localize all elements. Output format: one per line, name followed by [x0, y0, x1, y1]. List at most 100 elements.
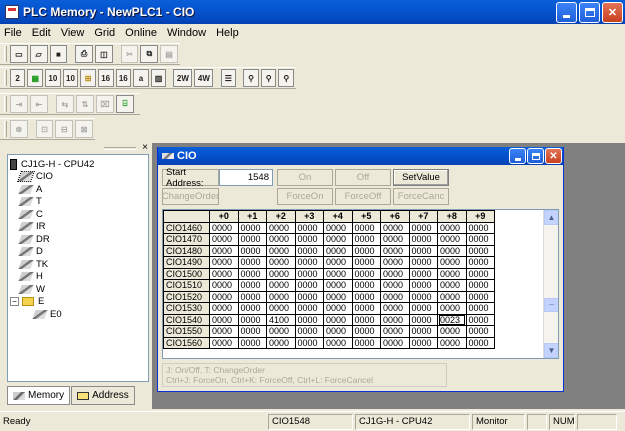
status-resize-grip[interactable]: [577, 413, 617, 430]
app-icon[interactable]: [5, 5, 19, 19]
memory-cell[interactable]: 0000: [408, 290, 438, 303]
memory-cell[interactable]: 0000: [209, 336, 239, 349]
memory-cell[interactable]: 0000: [237, 325, 267, 338]
memory-cell[interactable]: 0000: [380, 221, 410, 234]
hex-signed-format-button[interactable]: 16: [115, 69, 132, 87]
scroll-up-icon[interactable]: ▲: [544, 210, 558, 225]
memory-cell[interactable]: 0000: [465, 290, 495, 303]
memory-cell[interactable]: 0000: [209, 256, 239, 269]
memory-cell[interactable]: 0000: [465, 221, 495, 234]
cio-minimize-button[interactable]: [509, 148, 526, 164]
fill-icon[interactable]: ⌧: [96, 95, 114, 113]
cut-icon[interactable]: ✂: [120, 45, 139, 63]
paste-icon[interactable]: ▤: [160, 45, 178, 63]
memory-cell[interactable]: 0000: [351, 233, 381, 246]
maximize-button[interactable]: [579, 1, 600, 23]
minimize-button[interactable]: [556, 1, 577, 23]
memory-cell[interactable]: 0000: [408, 302, 438, 315]
memory-cell[interactable]: 0000: [465, 336, 495, 349]
memory-cell[interactable]: 0000: [351, 313, 381, 326]
memory-cell[interactable]: 0000: [237, 221, 267, 234]
monitor-online-icon[interactable]: ⌹: [116, 95, 134, 113]
force-cancel-button[interactable]: ForceCanc: [393, 188, 449, 205]
memory-cell[interactable]: 0000: [237, 267, 267, 280]
tree-item-c[interactable]: C: [10, 208, 146, 221]
cio-close-button[interactable]: ✕: [545, 148, 562, 164]
memory-cell[interactable]: 0000: [294, 290, 324, 303]
force-on-button[interactable]: ForceOn: [277, 188, 333, 205]
memory-cell[interactable]: 0000: [209, 313, 239, 326]
off-button[interactable]: Off: [335, 169, 391, 186]
bcd-format-icon[interactable]: ⊞: [80, 69, 96, 87]
tab-address[interactable]: Address: [71, 386, 135, 405]
menu-view[interactable]: View: [61, 27, 85, 39]
memory-cell[interactable]: 0000: [465, 313, 495, 326]
memory-cell[interactable]: 0000: [237, 256, 267, 269]
memory-cell[interactable]: 0000: [437, 279, 467, 292]
memory-cell[interactable]: 0000: [237, 244, 267, 257]
memory-cell[interactable]: 0000: [266, 221, 296, 234]
memory-cell[interactable]: 0000: [437, 336, 467, 349]
memory-cell[interactable]: 0000: [237, 279, 267, 292]
memory-cell[interactable]: 0000: [209, 302, 239, 315]
memory-cell[interactable]: 0000: [351, 325, 381, 338]
start-address-input[interactable]: 1548: [219, 169, 273, 186]
memory-cell[interactable]: 0000: [266, 267, 296, 280]
memory-cell[interactable]: 0000: [380, 302, 410, 315]
memory-cell[interactable]: 0000: [351, 244, 381, 257]
memory-cell[interactable]: 0000: [209, 279, 239, 292]
zoom-in-icon[interactable]: ⚲: [260, 69, 277, 87]
memory-cell[interactable]: 0000: [465, 233, 495, 246]
bit-view-icon[interactable]: ▦: [27, 69, 44, 87]
memory-cell[interactable]: 0000: [408, 325, 438, 338]
menu-grid[interactable]: Grid: [94, 27, 115, 39]
memory-cell[interactable]: 0000: [437, 233, 467, 246]
memory-cell[interactable]: 0000: [209, 221, 239, 234]
menu-online[interactable]: Online: [125, 27, 157, 39]
memory-cell[interactable]: 0000: [408, 267, 438, 280]
tree-item-ir[interactable]: IR: [10, 221, 146, 234]
memory-cell[interactable]: 0000: [437, 290, 467, 303]
compare-icon[interactable]: ⇆: [56, 95, 74, 113]
memory-cell[interactable]: 0000: [323, 336, 353, 349]
memory-cell[interactable]: 0000: [266, 279, 296, 292]
memory-cell[interactable]: 0000: [380, 290, 410, 303]
force-icon[interactable]: ⊗: [9, 120, 28, 138]
memory-cell[interactable]: 0000: [323, 267, 353, 280]
force-off-icon[interactable]: ⊟: [55, 120, 74, 138]
memory-cell[interactable]: 0000: [323, 244, 353, 257]
tree-root[interactable]: CJ1G-H - CPU42: [10, 158, 146, 171]
menu-window[interactable]: Window: [167, 27, 206, 39]
memory-cell[interactable]: 0000: [380, 336, 410, 349]
panel-close-icon[interactable]: ×: [142, 143, 148, 153]
scroll-thumb[interactable]: [544, 298, 558, 312]
memory-cell[interactable]: 0000: [209, 233, 239, 246]
memory-cell[interactable]: 0000: [408, 279, 438, 292]
cio-title-bar[interactable]: CIO ✕: [158, 147, 563, 165]
memory-cell[interactable]: 0000: [437, 267, 467, 280]
tree-item-w[interactable]: W: [10, 283, 146, 296]
memory-cell[interactable]: 0000: [408, 313, 438, 326]
memory-cell[interactable]: 0000: [294, 267, 324, 280]
memory-cell[interactable]: 0000: [209, 267, 239, 280]
memory-cell[interactable]: 0000: [294, 233, 324, 246]
memory-cell[interactable]: 0000: [237, 313, 267, 326]
memory-cell[interactable]: 0000: [465, 267, 495, 280]
vertical-scrollbar[interactable]: ▲ ▼: [543, 210, 558, 358]
monitor-icon[interactable]: ☰: [220, 69, 237, 87]
memory-cell[interactable]: 0000: [266, 256, 296, 269]
decimal-format-button[interactable]: 10: [45, 69, 61, 87]
memory-cell[interactable]: 0000: [437, 244, 467, 257]
memory-cell[interactable]: 0000: [437, 302, 467, 315]
float-format-icon[interactable]: ▥: [150, 69, 167, 87]
tree-folder-e[interactable]: − E: [10, 296, 146, 309]
four-word-button[interactable]: 4W: [194, 69, 214, 87]
memory-cell[interactable]: 0000: [323, 325, 353, 338]
memory-cell[interactable]: 0000: [323, 256, 353, 269]
memory-cell[interactable]: 0000: [294, 313, 324, 326]
memory-cell[interactable]: 0000: [294, 244, 324, 257]
memory-cell[interactable]: 0000: [266, 325, 296, 338]
memory-cell[interactable]: 0000: [380, 325, 410, 338]
close-button[interactable]: ✕: [602, 1, 623, 23]
memory-cell[interactable]: 0000: [351, 279, 381, 292]
